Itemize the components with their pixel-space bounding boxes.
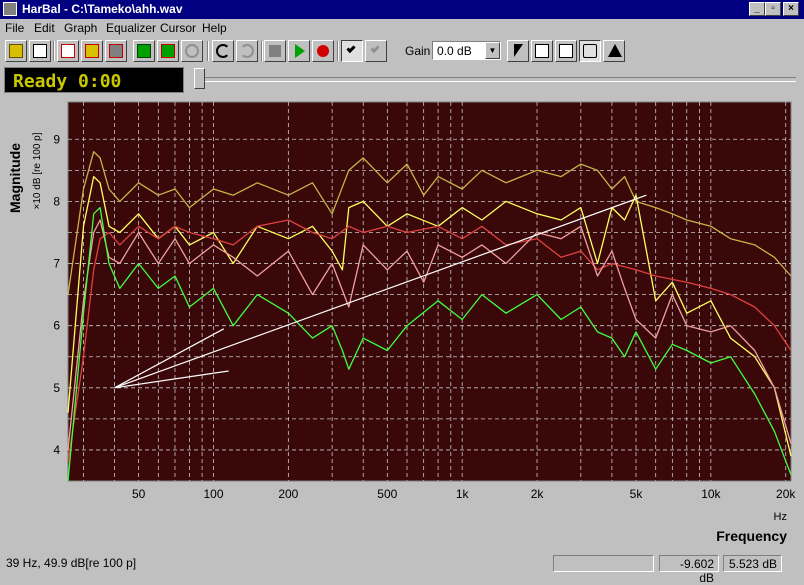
- print-button[interactable]: [29, 40, 51, 62]
- ref-open-button[interactable]: [133, 40, 155, 62]
- menu-equalizer[interactable]: Equalizer: [106, 21, 156, 35]
- eq-new-icon: [61, 44, 75, 58]
- ref-check-button[interactable]: [365, 40, 387, 62]
- ref-save-button[interactable]: [157, 40, 179, 62]
- x-tick-label: 5k: [630, 487, 644, 501]
- gain-label: Gain: [405, 44, 431, 58]
- menu-file[interactable]: File: [5, 21, 24, 35]
- toolbar-separator: [53, 41, 55, 61]
- redo-ref-button[interactable]: [181, 40, 203, 62]
- zoom-out-icon: [559, 44, 573, 58]
- refresh-icon: [185, 44, 199, 58]
- stop-button[interactable]: [264, 40, 286, 62]
- status-panel-empty: [553, 555, 654, 572]
- folder-open-icon: [9, 44, 23, 58]
- status-bar: 39 Hz, 49.9 dB[re 100 p] -9.602 dB 5.523…: [0, 552, 804, 585]
- magnitude-graph[interactable]: 9 8 7 6 5 4 50 100 200 500 1k 2k 5k 10k 20k Magnitude …: [2, 96, 802, 550]
- close-button[interactable]: ×: [783, 2, 799, 16]
- x-tick-label: 100: [203, 487, 223, 501]
- eq-check-button[interactable]: [341, 40, 363, 62]
- eq-check-icon: [346, 43, 356, 54]
- zoom-in-icon: [535, 44, 549, 58]
- cursor-readout: 39 Hz, 49.9 dB[re 100 p]: [6, 556, 137, 570]
- x-axis-unit: Hz: [774, 511, 787, 523]
- y-tick-label: 4: [53, 443, 60, 457]
- menu-edit[interactable]: Edit: [34, 21, 55, 35]
- move-arrows-icon: [583, 44, 597, 58]
- x-tick-label: 200: [278, 487, 298, 501]
- pointer-tool-button[interactable]: [507, 40, 529, 62]
- ref-check-icon: [370, 43, 380, 54]
- eq-open-button[interactable]: [81, 40, 103, 62]
- ready-display: Ready 0:00: [4, 67, 184, 93]
- title-bar: HarBal - C:\Tameko\ahh.wav _ ▫ ×: [0, 0, 804, 19]
- zoom-out-tool-button[interactable]: [555, 40, 577, 62]
- redo-button[interactable]: [236, 40, 258, 62]
- y-axis-unit: ×10 dB [re 100 p]: [32, 132, 43, 209]
- menu-cursor[interactable]: Cursor: [160, 21, 196, 35]
- eq-new-button[interactable]: [57, 40, 79, 62]
- y-tick-label: 5: [53, 381, 60, 395]
- pan-tool-button[interactable]: [579, 40, 601, 62]
- play-button[interactable]: [288, 40, 310, 62]
- chevron-down-icon[interactable]: ▼: [485, 42, 500, 59]
- y-tick-label: 8: [53, 194, 60, 208]
- y-tick-label: 9: [53, 132, 60, 146]
- menu-help[interactable]: Help: [202, 21, 227, 35]
- open-button[interactable]: [5, 40, 27, 62]
- y-tick-label: 7: [53, 257, 60, 271]
- frequency-response-chart[interactable]: 98765450 100 200 500 1k 2k 5k 10k 20k Magnitude …: [2, 96, 802, 550]
- toolbar-separator: [337, 41, 339, 61]
- eq-save-button[interactable]: [105, 40, 127, 62]
- x-tick-label: 1k: [456, 487, 470, 501]
- slider-thumb[interactable]: [194, 68, 205, 89]
- status-value-1: -9.602 dB: [659, 555, 719, 585]
- record-icon: [317, 45, 329, 57]
- zoom-in-tool-button[interactable]: [531, 40, 553, 62]
- toolbar-separator: [261, 41, 263, 61]
- x-tick-label: 2k: [531, 487, 545, 501]
- app-icon[interactable]: [3, 2, 17, 16]
- maximize-button[interactable]: ▫: [765, 2, 781, 16]
- x-axis-label: Frequency: [716, 528, 787, 544]
- undo-icon: [216, 44, 230, 58]
- slider-track: [196, 77, 796, 82]
- ref-open-icon: [137, 44, 151, 58]
- eq-open-icon: [85, 44, 99, 58]
- x-tick-label: 500: [377, 487, 397, 501]
- x-tick-label: 10k: [701, 487, 721, 501]
- status-value-2: 5.523 dB: [723, 555, 782, 572]
- play-icon: [295, 44, 305, 58]
- fit-arrows-icon: [608, 44, 622, 57]
- menu-bar: File Edit Graph Equalizer Cursor Help: [0, 19, 804, 37]
- position-slider[interactable]: [192, 66, 800, 92]
- gain-select[interactable]: 0.0 dB ▼: [432, 41, 501, 60]
- y-axis-label: Magnitude: [7, 143, 23, 213]
- eq-save-icon: [109, 44, 123, 58]
- plot-area[interactable]: [67, 101, 792, 482]
- menu-graph[interactable]: Graph: [64, 21, 97, 35]
- minimize-button[interactable]: _: [749, 2, 765, 16]
- gain-value: 0.0 dB: [437, 44, 472, 58]
- toolbar-separator: [207, 41, 209, 61]
- toolbar: Gain 0.0 dB ▼: [0, 37, 804, 65]
- redo-icon: [240, 44, 254, 58]
- fit-tool-button[interactable]: [603, 40, 625, 62]
- stop-icon: [269, 45, 281, 57]
- y-tick-label: 6: [53, 319, 60, 333]
- arrow-pointer-icon: [514, 44, 523, 57]
- record-button[interactable]: [312, 40, 334, 62]
- window-title: HarBal - C:\Tameko\ahh.wav: [22, 2, 183, 16]
- x-tick-label: 50: [132, 487, 146, 501]
- undo-button[interactable]: [212, 40, 234, 62]
- ref-save-icon: [161, 44, 175, 58]
- x-tick-label: 20k: [776, 487, 796, 501]
- printer-icon: [33, 44, 47, 58]
